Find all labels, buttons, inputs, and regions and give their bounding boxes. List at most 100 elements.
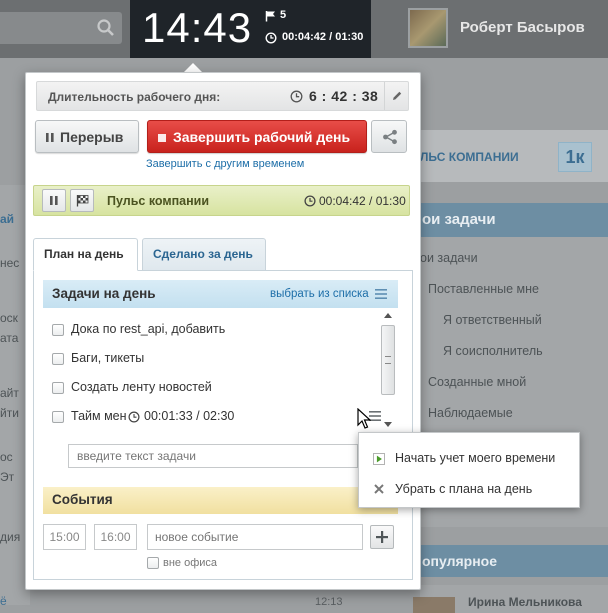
- my-tasks-item[interactable]: Созданные мной: [428, 375, 526, 389]
- left-fragment: йти: [0, 406, 19, 420]
- scroll-down-arrow-icon[interactable]: [384, 422, 392, 427]
- out-of-office-checkbox[interactable]: [147, 557, 159, 569]
- events-title: События: [52, 492, 113, 507]
- left-fragment: ай: [0, 212, 15, 226]
- event-end-time[interactable]: 16:00: [94, 524, 137, 550]
- clock-icon: [304, 195, 316, 207]
- pulse-label: Пульс компании: [107, 194, 210, 208]
- duration-value: 6 : 42 : 38: [309, 88, 379, 104]
- pulse-link[interactable]: ЛЬС КОМПАНИИ: [420, 150, 519, 164]
- add-event-button[interactable]: [370, 525, 394, 549]
- bottom-time: 12:13: [315, 596, 343, 608]
- task-time: 00:01:33 / 02:30: [144, 409, 235, 423]
- plan-panel: Задачи на день выбрать из списка Дока по…: [33, 270, 413, 580]
- stop-icon: [158, 134, 166, 142]
- my-tasks-item[interactable]: ои задачи: [420, 251, 478, 265]
- scroll-grip-icon: [385, 356, 391, 364]
- task-item: Дока по rest_api, добавить: [52, 321, 372, 341]
- avatar[interactable]: [408, 8, 448, 48]
- left-fragment: Эт: [0, 470, 15, 484]
- task-text: Создать ленту новостей: [71, 380, 212, 394]
- new-task-input[interactable]: [68, 444, 358, 468]
- my-tasks-item[interactable]: Я соисполнитель: [443, 344, 543, 358]
- cross-icon: [374, 484, 384, 494]
- events-header: События: [43, 487, 398, 514]
- pulse-pause-button[interactable]: [42, 189, 66, 212]
- task-item: Тайм мен 00:01:33 / 02:30: [52, 408, 372, 428]
- clock-icon: [290, 90, 303, 103]
- popular-header: опулярное: [420, 545, 608, 577]
- finish-other-time-link[interactable]: Завершить с другим временем: [146, 158, 304, 170]
- pulse-bar: Пульс компании 00:04:42 / 01:30: [33, 185, 410, 216]
- tab-done[interactable]: Сделано за день: [142, 238, 266, 271]
- left-fragment: дия: [0, 530, 21, 544]
- task-list: Дока по rest_api, добавить Баги, тикеты …: [43, 311, 398, 431]
- left-fragment: оск: [0, 311, 18, 325]
- tabs: План на день Сделано за день: [33, 238, 413, 271]
- clock-icon: [128, 411, 140, 423]
- pause-icon: [50, 196, 58, 205]
- task-checkbox[interactable]: [52, 382, 64, 394]
- clock-panel[interactable]: 14:43 5 00:04:42 / 01:30: [130, 0, 371, 58]
- avatar: [413, 597, 455, 613]
- flag-count: 5: [280, 9, 287, 21]
- my-tasks-item[interactable]: Поставленные мне: [428, 282, 539, 296]
- task-text: Баги, тикеты: [71, 351, 145, 365]
- task-text: Дока по rest_api, добавить: [71, 322, 226, 336]
- left-fragment: ё: [0, 594, 7, 608]
- tasks-title: Задачи на день: [52, 286, 156, 301]
- scroll-up-arrow-icon[interactable]: [384, 313, 392, 318]
- left-fragment: айт: [0, 386, 19, 400]
- tasks-header: Задачи на день выбрать из списка: [43, 280, 398, 308]
- clock-icon: [265, 32, 277, 44]
- popular-user-name[interactable]: Ирина Мельникова: [468, 595, 582, 609]
- event-start-time[interactable]: 15:00: [43, 524, 86, 550]
- play-icon: [373, 453, 385, 465]
- pulse-badge: 1к: [558, 142, 592, 172]
- pause-button-label: Перерыв: [60, 129, 124, 145]
- left-fragment: ос: [0, 450, 13, 464]
- task-checkbox[interactable]: [52, 353, 64, 365]
- pause-button[interactable]: Перерыв: [35, 120, 139, 153]
- my-tasks-item[interactable]: Наблюдаемые: [428, 406, 513, 420]
- menu-item-remove-from-plan[interactable]: Убрать с плана на день: [359, 474, 579, 504]
- search-icon[interactable]: [96, 18, 116, 38]
- choose-from-list-link[interactable]: выбрать из списка: [270, 288, 369, 300]
- out-of-office-label: вне офиса: [163, 557, 218, 569]
- task-checkbox[interactable]: [52, 411, 64, 423]
- menu-item-start-tracking[interactable]: Начать учет моего времени: [359, 443, 579, 473]
- pulse-timer: 00:04:42 / 01:30: [319, 194, 406, 208]
- share-icon: [383, 129, 397, 145]
- top-bar: 14:43 5 00:04:42 / 01:30 Роберт Басыров: [0, 0, 608, 58]
- user-name[interactable]: Роберт Басыров: [460, 19, 585, 36]
- new-event-input[interactable]: [147, 524, 363, 550]
- workday-duration-bar: Длительность рабочего дня: 6 : 42 : 38: [36, 81, 409, 111]
- clock-timer: 00:04:42 / 01:30: [282, 31, 364, 43]
- popup-arrow: [184, 63, 202, 72]
- edit-duration-button[interactable]: [384, 82, 409, 110]
- clock-time: 14:43: [142, 4, 253, 51]
- my-tasks-header: ои задачи: [420, 203, 608, 237]
- mouse-cursor-icon: [357, 408, 371, 429]
- left-fragment: ата: [0, 331, 19, 345]
- duration-label: Длительность рабочего дня:: [48, 90, 221, 104]
- task-text: Тайм мен: [71, 409, 127, 423]
- plus-icon: [376, 531, 388, 543]
- my-tasks-item[interactable]: Я ответственный: [443, 313, 542, 327]
- menu-item-label: Убрать с плана на день: [395, 482, 533, 496]
- finish-flag-icon: [76, 195, 89, 207]
- task-item: Создать ленту новостей: [52, 379, 372, 399]
- menu-item-label: Начать учет моего времени: [395, 451, 556, 465]
- task-checkbox[interactable]: [52, 324, 64, 336]
- pause-icon: [46, 133, 54, 142]
- finish-workday-button[interactable]: Завершить рабочий день: [147, 120, 367, 153]
- tab-plan[interactable]: План на день: [33, 238, 138, 271]
- task-scrollbar[interactable]: [381, 313, 395, 429]
- task-context-menu: Начать учет моего времени Убрать с плана…: [358, 432, 580, 508]
- pulse-finish-button[interactable]: [70, 189, 94, 212]
- menu-icon[interactable]: [375, 289, 387, 299]
- scroll-thumb[interactable]: [381, 325, 395, 395]
- task-item: Баги, тикеты: [52, 350, 372, 370]
- left-fragment: нес: [0, 256, 20, 270]
- share-button[interactable]: [371, 120, 407, 153]
